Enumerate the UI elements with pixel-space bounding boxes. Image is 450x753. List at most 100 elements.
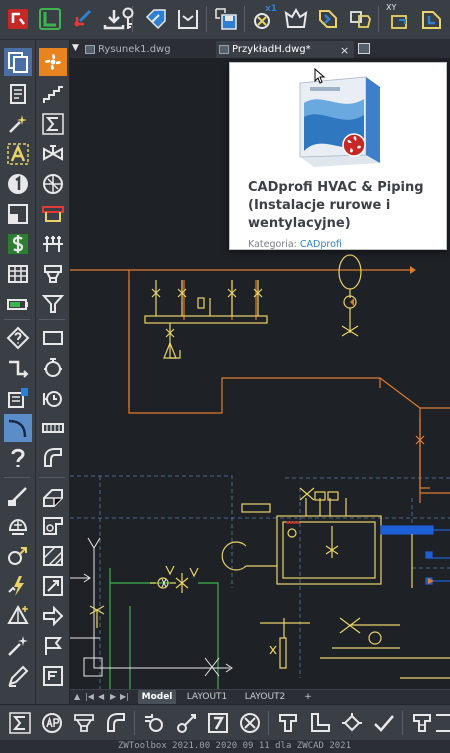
nav-last-icon[interactable]: ▶| xyxy=(120,692,129,701)
tab-przyklad-h[interactable]: PrzykładH.dwg* × xyxy=(216,41,354,58)
toolbar-separator xyxy=(378,6,379,32)
rotate-blocks-icon[interactable] xyxy=(314,5,342,33)
star-icon[interactable] xyxy=(4,572,32,600)
insert-arrow-icon[interactable] xyxy=(68,5,96,33)
wand-icon[interactable] xyxy=(4,632,32,660)
filter-icon[interactable] xyxy=(39,260,67,288)
white-circuit xyxy=(70,537,233,677)
wrench-icon[interactable] xyxy=(4,512,32,540)
flag-icon[interactable] xyxy=(39,632,67,660)
check-icon[interactable] xyxy=(370,709,398,737)
toolbar-separator xyxy=(206,6,207,32)
grille-icon[interactable] xyxy=(39,414,67,442)
tab-label: Rysunek1.dwg xyxy=(98,44,171,55)
number-icon[interactable] xyxy=(4,170,32,198)
radiator-icon[interactable] xyxy=(39,170,67,198)
arc-icon[interactable] xyxy=(4,414,32,442)
paste-icon[interactable] xyxy=(4,80,32,108)
query-icon[interactable] xyxy=(4,324,32,352)
gear-valve-icon[interactable] xyxy=(140,709,168,737)
flow-arrow-icon[interactable] xyxy=(39,602,67,630)
elbow-icon[interactable] xyxy=(39,444,67,472)
magic-wand-icon[interactable] xyxy=(4,110,32,138)
valve-icon[interactable] xyxy=(39,140,67,168)
sigma-icon[interactable] xyxy=(6,709,34,737)
funnel-icon[interactable] xyxy=(39,290,67,318)
xy-blocks-icon[interactable] xyxy=(386,5,414,33)
fitting-icon[interactable] xyxy=(39,572,67,600)
toolbar-separator xyxy=(268,711,269,735)
toolbar-separator xyxy=(402,711,403,735)
polygon-icon[interactable] xyxy=(282,5,310,33)
tab-layout1[interactable]: LAYOUT1 xyxy=(182,690,232,704)
green-circuit xyxy=(109,568,219,689)
tab-list-arrow-icon[interactable]: ▼ xyxy=(72,43,79,53)
hood-icon[interactable] xyxy=(70,709,98,737)
drawing-file-icon xyxy=(85,45,95,54)
bracket-icon[interactable] xyxy=(174,5,202,33)
tee-icon[interactable] xyxy=(274,709,302,737)
rectangle-icon[interactable] xyxy=(39,324,67,352)
dollar-icon[interactable] xyxy=(4,230,32,258)
nav-next-icon[interactable]: ▶ xyxy=(110,692,116,701)
number-7-icon[interactable] xyxy=(204,709,232,737)
symbol-icon[interactable] xyxy=(39,662,67,690)
category-link[interactable]: CADprofi xyxy=(300,239,342,249)
explode-icon[interactable] xyxy=(4,542,32,570)
copy-icon[interactable] xyxy=(4,48,32,76)
hatch-icon[interactable] xyxy=(39,542,67,570)
tag-icon[interactable] xyxy=(142,5,170,33)
battery-icon[interactable] xyxy=(4,290,32,318)
blue-manifold xyxy=(380,525,450,588)
pen-icon[interactable] xyxy=(4,662,32,690)
palette-separator xyxy=(39,319,65,320)
bottom-toolbar xyxy=(0,704,450,740)
sigma-icon[interactable] xyxy=(39,110,67,138)
diamond-valve-icon[interactable] xyxy=(338,709,366,737)
corner-icon[interactable] xyxy=(306,709,334,737)
help-icon[interactable] xyxy=(4,444,32,472)
duct-icon[interactable] xyxy=(39,482,67,510)
save-blocks-icon[interactable] xyxy=(212,5,240,33)
tab-rysunek1[interactable]: Rysunek1.dwg xyxy=(82,41,214,58)
attribute-icon[interactable] xyxy=(4,384,32,412)
boiler-icon[interactable] xyxy=(39,354,67,382)
nav-first-icon[interactable]: |◀ xyxy=(85,692,94,701)
thermometer-icon[interactable] xyxy=(172,709,200,737)
replace-blocks-icon[interactable] xyxy=(346,5,374,33)
layer-red-icon[interactable] xyxy=(4,5,32,33)
new-tab-button[interactable] xyxy=(358,43,370,54)
nav-prev-icon[interactable]: ◀ xyxy=(98,692,104,701)
nav-up-icon[interactable]: ▲ xyxy=(74,692,80,701)
fan-icon[interactable] xyxy=(39,48,67,76)
key-icon[interactable] xyxy=(114,5,142,33)
text-style-icon[interactable] xyxy=(4,140,32,168)
tool-palette-left xyxy=(0,40,36,704)
manifold-icon[interactable] xyxy=(39,230,67,258)
tee-fitting-icon[interactable] xyxy=(408,709,436,737)
xy-blocks-icon[interactable] xyxy=(418,5,446,33)
tab-model[interactable]: Model xyxy=(138,690,176,704)
block-icon[interactable] xyxy=(4,200,32,228)
palette-separator xyxy=(39,477,65,478)
cross-circle-icon[interactable] xyxy=(236,709,264,737)
elbow-icon[interactable] xyxy=(102,709,130,737)
pyramid-icon[interactable] xyxy=(4,602,32,630)
table-icon[interactable] xyxy=(4,260,32,288)
status-bar: ZWToolbox 2021.00 2020 09 11 dla ZWCAD 2… xyxy=(0,740,450,753)
ap-icon[interactable] xyxy=(38,709,66,737)
brush-icon[interactable] xyxy=(4,482,32,510)
meter-icon[interactable] xyxy=(39,384,67,412)
polyline-icon[interactable] xyxy=(4,354,32,382)
manifold-icon[interactable] xyxy=(436,709,450,737)
document-tab-bar: ▼ Rysunek1.dwg PrzykładH.dwg* × xyxy=(70,40,450,58)
close-icon[interactable]: × xyxy=(340,42,349,59)
boiler-unit xyxy=(221,487,382,585)
add-layout-button[interactable]: + xyxy=(298,690,318,704)
product-title[interactable]: CADprofi HVAC & Piping (Instalacje rurow… xyxy=(248,179,444,233)
damper-icon[interactable] xyxy=(39,512,67,540)
stairs-icon[interactable] xyxy=(39,80,67,108)
pump-icon[interactable] xyxy=(39,200,67,228)
tab-layout2[interactable]: LAYOUT2 xyxy=(240,690,290,704)
layer-green-icon[interactable] xyxy=(36,5,64,33)
